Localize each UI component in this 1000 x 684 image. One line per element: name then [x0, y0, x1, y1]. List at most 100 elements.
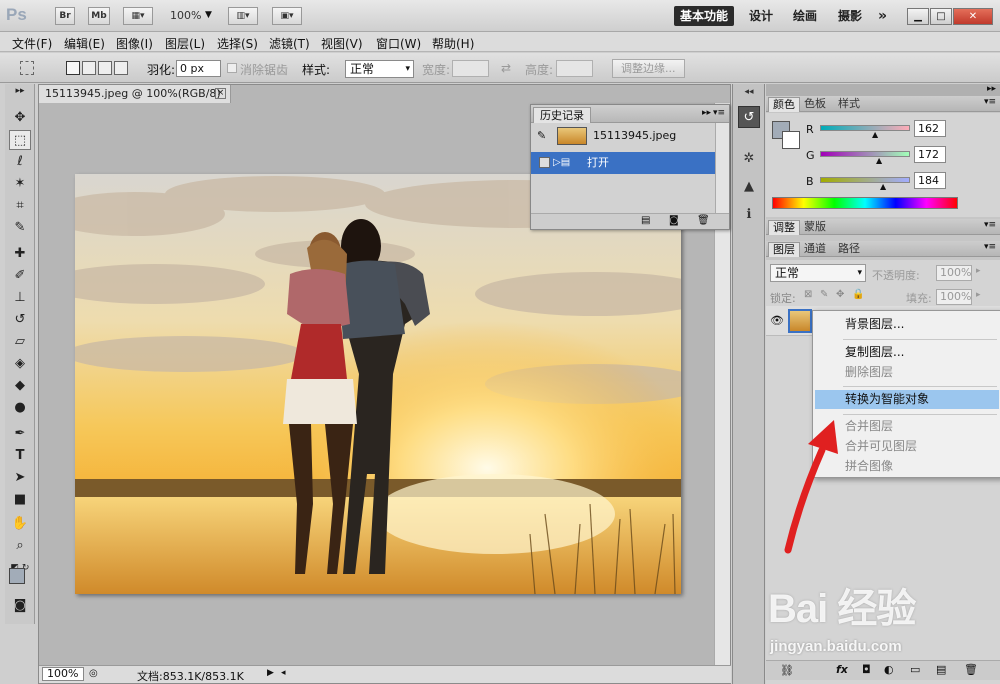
menu-view[interactable]: 视图(V) — [321, 35, 363, 52]
minibridge-button[interactable]: Mb — [88, 7, 110, 25]
menu-item-background-layer[interactable]: 背景图层... — [815, 315, 999, 334]
history-tab[interactable]: 历史记录 — [533, 107, 591, 123]
workspace-design[interactable]: 设计 — [743, 6, 779, 26]
blend-mode-select[interactable]: 正常 ▾ — [770, 264, 866, 282]
r-value-input[interactable]: 162 — [914, 120, 946, 137]
more-workspaces-button[interactable]: » — [872, 6, 893, 26]
close-button[interactable]: ✕ — [953, 8, 993, 25]
minimize-button[interactable]: ▁ — [907, 8, 929, 25]
tab-swatches[interactable]: 色板 — [800, 97, 830, 112]
menu-help[interactable]: 帮助(H) — [432, 35, 474, 52]
collapse-icons-icon[interactable]: ◂◂ — [738, 86, 760, 98]
lock-all-icon[interactable]: 🔒 — [852, 289, 864, 300]
b-value-input[interactable]: 184 — [914, 172, 946, 189]
document-close-icon[interactable]: × — [215, 88, 226, 99]
arrange-documents-button[interactable]: ▥▾ — [228, 7, 258, 25]
tab-paths[interactable]: 路径 — [834, 242, 864, 257]
lock-position-icon[interactable]: ✥ — [836, 289, 844, 300]
paint-bucket-tool-icon[interactable]: ◈ — [9, 354, 31, 374]
screen-mode-button[interactable]: ▣▾ — [272, 7, 302, 25]
r-slider-handle-icon[interactable]: ▲ — [872, 130, 878, 139]
g-value-input[interactable]: 172 — [914, 146, 946, 163]
move-tool-icon[interactable]: ✥ — [9, 108, 31, 128]
scroll-left-icon[interactable]: ◂ — [281, 668, 286, 678]
menu-layer[interactable]: 图层(L) — [165, 35, 205, 52]
type-tool-icon[interactable]: T — [9, 446, 31, 466]
new-document-icon[interactable]: ▤ — [641, 215, 650, 226]
dock-collapse-icon[interactable]: ▸▸ — [987, 84, 996, 94]
tab-masks[interactable]: 蒙版 — [800, 220, 830, 235]
navigator-panel-icon[interactable]: ✲ — [738, 148, 760, 170]
color-spectrum-bar[interactable] — [772, 197, 958, 209]
eyedropper-tool-icon[interactable]: ✎ — [9, 218, 31, 238]
history-item[interactable]: ▷▤ 打开 — [531, 152, 715, 174]
healing-brush-tool-icon[interactable]: ✚ — [9, 244, 31, 264]
menu-filter[interactable]: 滤镜(T) — [269, 35, 310, 52]
stamp-tool-icon[interactable]: ⊥ — [9, 288, 31, 308]
foreground-color-swatch[interactable] — [9, 568, 25, 584]
tab-channels[interactable]: 通道 — [800, 242, 830, 257]
status-zoom-input[interactable]: 100% — [42, 667, 84, 681]
menu-file[interactable]: 文件(F) — [12, 35, 52, 52]
shape-tool-icon[interactable]: ■ — [9, 490, 31, 510]
fill-input[interactable]: 100% — [936, 289, 972, 305]
marquee-tool-preset[interactable] — [20, 61, 34, 75]
menu-select[interactable]: 选择(S) — [217, 35, 258, 52]
bridge-button[interactable]: Br — [55, 7, 75, 25]
history-snapshot[interactable]: ✎ 15113945.jpeg — [531, 125, 715, 147]
history-scrollbar[interactable] — [715, 123, 729, 215]
new-selection-icon[interactable] — [66, 61, 80, 75]
snapshot-camera-icon[interactable]: ◙ — [669, 215, 679, 226]
menu-item-convert-to-smart-object[interactable]: 转换为智能对象 — [815, 390, 999, 409]
quick-mask-icon[interactable]: ◙ — [9, 596, 31, 616]
tab-color[interactable]: 颜色 — [768, 97, 800, 112]
panel-menu-icon[interactable]: ▾≡ — [984, 220, 996, 230]
workspace-photography[interactable]: 摄影 — [832, 6, 868, 26]
intersect-selection-icon[interactable] — [114, 61, 128, 75]
swap-icon[interactable]: ⇄ — [501, 61, 511, 75]
panel-menu-icon[interactable]: ▾≡ — [713, 108, 725, 118]
workspace-essentials[interactable]: 基本功能 — [674, 6, 735, 26]
opacity-arrow-icon[interactable]: ▸ — [976, 266, 981, 276]
history-panel-icon[interactable]: ↺ — [738, 106, 760, 128]
eye-icon[interactable]: 👁 — [770, 314, 784, 327]
menu-edit[interactable]: 编辑(E) — [64, 35, 105, 52]
b-slider[interactable] — [820, 177, 910, 183]
panel-menu-icon[interactable]: ▾≡ — [984, 97, 996, 107]
status-menu-arrow-icon[interactable]: ▶ — [267, 668, 274, 678]
tab-layers[interactable]: 图层 — [768, 242, 800, 257]
r-slider[interactable] — [820, 125, 910, 131]
color-bg-swatch[interactable] — [782, 131, 800, 149]
g-slider[interactable] — [820, 151, 910, 157]
histogram-panel-icon[interactable]: ▲ — [738, 176, 760, 198]
status-info-icon[interactable]: ◎ — [89, 668, 98, 679]
history-state-checkbox[interactable] — [539, 157, 550, 168]
pen-tool-icon[interactable]: ✒ — [9, 424, 31, 444]
document-tab[interactable]: 15113945.jpeg @ 100%(RGB/8) × — [39, 85, 231, 103]
menu-image[interactable]: 图像(I) — [116, 35, 153, 52]
lock-pixels-icon[interactable]: ✎ — [820, 289, 828, 300]
tab-styles[interactable]: 样式 — [834, 97, 864, 112]
panel-expand-icon[interactable]: ▸▸ — [702, 108, 711, 118]
hand-tool-icon[interactable]: ✋ — [9, 514, 31, 534]
antialias-checkbox[interactable] — [227, 63, 237, 73]
magic-wand-tool-icon[interactable]: ✶ — [9, 174, 31, 194]
refine-edge-button[interactable]: 调整边缘... — [612, 59, 685, 78]
history-brush-source-icon[interactable]: ✎ — [537, 125, 546, 147]
menu-item-duplicate-layer[interactable]: 复制图层... — [815, 343, 999, 362]
width-input[interactable] — [452, 60, 489, 77]
history-brush-tool-icon[interactable]: ↺ — [9, 310, 31, 330]
path-selection-tool-icon[interactable]: ➤ — [9, 468, 31, 488]
g-slider-handle-icon[interactable]: ▲ — [876, 156, 882, 165]
maximize-button[interactable]: □ — [930, 8, 952, 25]
feather-input[interactable]: 0 px — [176, 60, 221, 77]
fill-arrow-icon[interactable]: ▸ — [976, 290, 981, 300]
height-input[interactable] — [556, 60, 593, 77]
view-extras-button[interactable]: ▦▾ — [123, 7, 153, 25]
opacity-input[interactable]: 100% — [936, 265, 972, 281]
add-selection-icon[interactable] — [82, 61, 96, 75]
zoom-tool-icon[interactable]: ⌕ — [9, 536, 31, 556]
lock-transparency-icon[interactable]: ⊠ — [804, 289, 812, 300]
eraser-tool-icon[interactable]: ▱ — [9, 332, 31, 352]
rect-marquee-tool-icon[interactable]: ⬚ — [9, 130, 31, 150]
